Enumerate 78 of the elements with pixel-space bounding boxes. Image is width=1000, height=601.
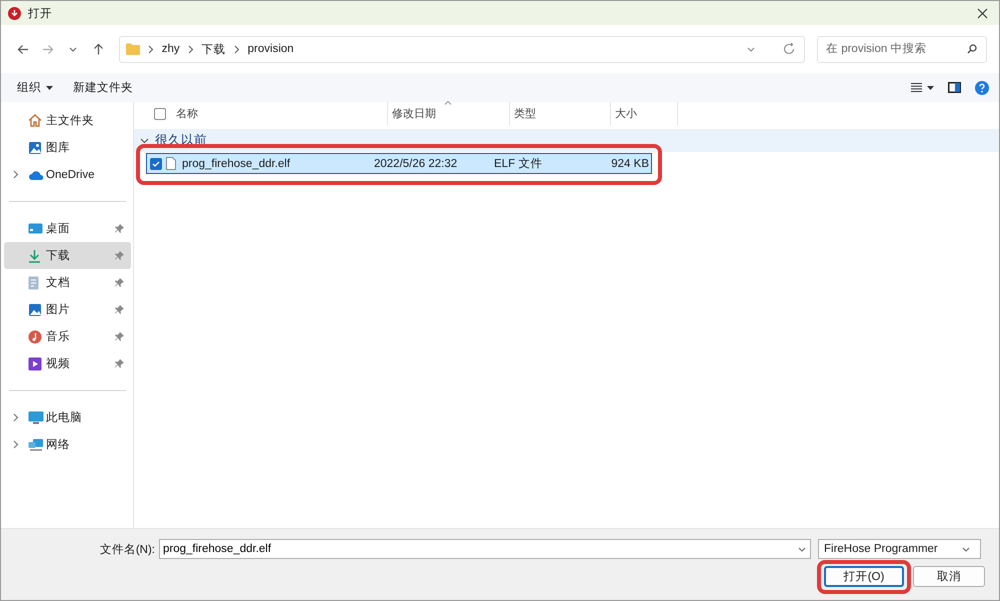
- breadcrumb-item[interactable]: provision: [248, 43, 294, 55]
- pin-icon[interactable]: [115, 278, 124, 287]
- music-note-icon: [28, 330, 42, 344]
- chevron-right-icon[interactable]: [13, 440, 19, 449]
- column-header[interactable]: 名称: [176, 102, 388, 125]
- sidebar-item[interactable]: OneDrive: [4, 161, 131, 188]
- sidebar-item[interactable]: 网络: [4, 431, 131, 458]
- window-title: 打开: [28, 6, 52, 20]
- chevron-right-icon[interactable]: [148, 44, 154, 54]
- column-header[interactable]: 大小: [611, 102, 678, 125]
- sidebar-item[interactable]: 主文件夹: [4, 107, 131, 134]
- column-header[interactable]: 修改日期: [388, 102, 510, 125]
- chevron-down-icon[interactable]: [798, 546, 806, 552]
- chevron-right-icon[interactable]: [188, 44, 194, 54]
- chevron-right-icon[interactable]: [13, 413, 19, 422]
- breadcrumb-item[interactable]: 下载: [202, 42, 226, 56]
- select-all-checkbox[interactable]: [154, 108, 166, 120]
- file-type: ELF 文件: [494, 156, 544, 171]
- breadcrumb-item[interactable]: zhy: [162, 43, 180, 55]
- sidebar-item[interactable]: 视频: [4, 350, 131, 377]
- video-icon: [28, 356, 42, 370]
- network-icon: [28, 438, 44, 452]
- sidebar-item[interactable]: 此电脑: [4, 404, 131, 431]
- chevron-right-icon[interactable]: [234, 44, 240, 54]
- download-icon: [28, 248, 41, 262]
- file-name: prog_firehose_ddr.elf: [182, 158, 292, 170]
- pin-icon[interactable]: [115, 305, 124, 314]
- chevron-down-icon[interactable]: [747, 46, 756, 52]
- chevron-down-icon: [962, 546, 970, 552]
- caret-down-icon: [46, 86, 53, 90]
- checkmark-icon: [152, 160, 160, 166]
- pin-icon[interactable]: [115, 332, 124, 341]
- search-icon[interactable]: [967, 44, 978, 54]
- sidebar-item[interactable]: 音乐: [4, 323, 131, 350]
- document-icon: [28, 276, 39, 290]
- monitor-icon: [28, 410, 44, 424]
- app-icon: [8, 6, 21, 20]
- file-size: 924 KB: [610, 158, 649, 170]
- view-options-button[interactable]: [911, 83, 934, 92]
- chevron-down-icon: [69, 46, 78, 52]
- arrow-left-icon: [17, 44, 30, 54]
- preview-pane-icon[interactable]: [948, 82, 961, 93]
- arrow-up-icon: [92, 43, 104, 55]
- cloud-icon: [28, 170, 44, 180]
- new-folder-button[interactable]: 新建文件夹: [67, 77, 139, 98]
- arrow-right-icon: [42, 44, 54, 54]
- cancel-button[interactable]: 取消: [913, 566, 985, 587]
- chevron-right-icon[interactable]: [13, 170, 19, 179]
- column-header[interactable]: 类型: [510, 102, 611, 125]
- filename-label: 文件名(N):: [98, 542, 156, 556]
- open-button[interactable]: 打开(O): [824, 566, 904, 587]
- pin-icon[interactable]: [115, 359, 124, 368]
- file-row[interactable]: prog_firehose_ddr.elf 2022/5/26 22:32 ELF 文件 924 KB: [146, 153, 652, 174]
- list-view-icon: [911, 83, 922, 92]
- sidebar-item[interactable]: 文档: [4, 269, 131, 296]
- desktop-icon: [28, 223, 43, 234]
- organize-menu[interactable]: 组织: [11, 77, 59, 98]
- pin-icon[interactable]: [115, 251, 124, 260]
- caret-down-icon: [927, 86, 934, 90]
- sidebar-item[interactable]: 下载: [4, 242, 131, 269]
- filename-field[interactable]: prog_firehose_ddr.elf: [159, 539, 811, 559]
- modified-date: 2022/5/26 22:32: [374, 158, 458, 170]
- picture-icon: [28, 302, 42, 316]
- checkbox[interactable]: [150, 158, 162, 170]
- sidebar-item[interactable]: 图库: [4, 134, 131, 161]
- sidebar-item[interactable]: 桌面: [4, 215, 131, 242]
- search-field[interactable]: 在 provision 中搜索: [817, 36, 988, 62]
- file-icon: [166, 157, 176, 170]
- sidebar-item[interactable]: 图片: [4, 296, 131, 323]
- refresh-icon[interactable]: [783, 43, 796, 55]
- file-type-dropdown[interactable]: FireHose Programmer: [818, 539, 981, 559]
- close-icon: [976, 8, 988, 18]
- picture-icon: [28, 140, 42, 154]
- pin-icon[interactable]: [115, 224, 124, 233]
- folder-icon: [126, 43, 140, 55]
- help-icon[interactable]: [975, 80, 989, 94]
- address-bar[interactable]: zhy 下载 provision: [118, 36, 806, 62]
- house-icon: [28, 114, 42, 127]
